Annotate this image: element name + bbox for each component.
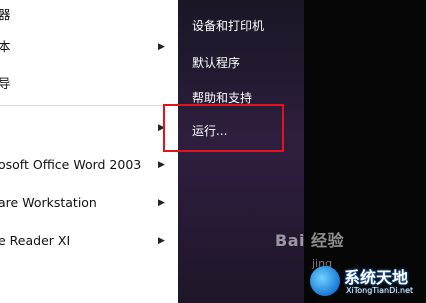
site-logo-icon — [310, 266, 340, 296]
site-watermark: 系统天地 XiTongTianDi.net — [306, 262, 426, 303]
separator — [0, 105, 170, 106]
program-item-word-2003[interactable]: osoft Office Word 2003 ▶ — [0, 153, 178, 177]
submenu-arrow-icon: ▶ — [158, 160, 165, 170]
program-item-adobe-reader[interactable]: e Reader XI ▶ — [0, 229, 178, 253]
program-item-vmware-workstation[interactable]: are Workstation ▶ — [0, 191, 178, 215]
baidu-watermark: Bai 经验 — [275, 231, 345, 250]
program-item[interactable] — [0, 290, 178, 303]
highlight-box — [163, 104, 284, 152]
menu-item-default-programs[interactable]: 默认程序 — [192, 54, 240, 71]
submenu-arrow-icon: ▶ — [158, 42, 165, 52]
program-item[interactable]: ▶ — [0, 116, 178, 140]
program-item[interactable]: 本 ▶ — [0, 35, 178, 59]
program-item[interactable]: 器 — [0, 3, 178, 27]
site-url: XiTongTianDi.net — [346, 286, 414, 295]
program-item[interactable]: 导 — [0, 72, 178, 96]
submenu-arrow-icon: ▶ — [158, 198, 165, 208]
submenu-arrow-icon: ▶ — [158, 236, 165, 246]
site-title: 系统天地 — [344, 268, 409, 287]
programs-list: 器 本 ▶ 导 ▶ osoft Office Word 2003 ▶ are W… — [0, 0, 179, 303]
menu-item-devices-printers[interactable]: 设备和打印机 — [192, 17, 264, 34]
